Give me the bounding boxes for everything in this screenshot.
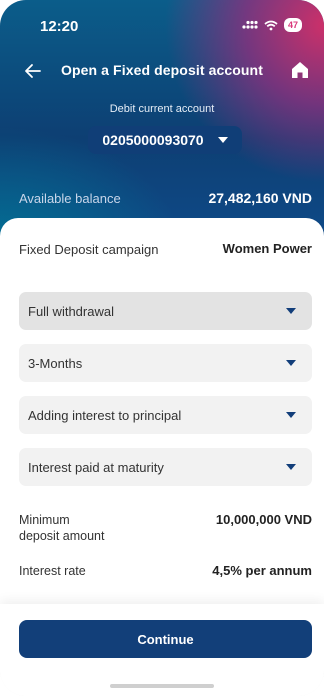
- chevron-down-icon: [286, 464, 296, 470]
- chevron-down-icon: [286, 360, 296, 366]
- campaign-row: Fixed Deposit campaign Women Power: [0, 238, 324, 260]
- term-select-label: 3-Months: [28, 356, 83, 371]
- chevron-down-icon: [286, 308, 296, 314]
- interest-handling-select[interactable]: Adding interest to principal: [19, 396, 312, 434]
- interest-rate-row: Interest rate 4,5% per annum: [0, 562, 324, 582]
- app-screen: 12:20 47 Open a Fixed deposit account De…: [0, 0, 324, 696]
- balance-label: Available balance: [19, 191, 121, 206]
- term-select[interactable]: 3-Months: [19, 344, 312, 382]
- withdrawal-select-label: Full withdrawal: [28, 304, 114, 319]
- top-nav: Open a Fixed deposit account: [0, 58, 324, 86]
- minimum-deposit-row: Minimum deposit amount 10,000,000 VND: [0, 510, 324, 544]
- campaign-label: Fixed Deposit campaign: [19, 242, 159, 257]
- minimum-label-line1: Minimum: [19, 513, 70, 527]
- minimum-deposit-value: 10,000,000 VND: [215, 512, 312, 527]
- minimum-label-line2: deposit amount: [19, 529, 105, 543]
- continue-button[interactable]: Continue: [19, 620, 312, 658]
- home-indicator: [110, 684, 214, 688]
- withdrawal-select[interactable]: Full withdrawal: [19, 292, 312, 330]
- chevron-down-icon: [286, 412, 296, 418]
- wifi-icon: [264, 20, 278, 30]
- signal-icon: [242, 20, 258, 29]
- balance-row: Available balance 27,482,160 VND: [0, 184, 324, 214]
- bottom-action-bar: Continue: [0, 604, 324, 696]
- interest-rate-value: 4,5% per annum: [212, 563, 312, 578]
- account-selector[interactable]: 0205000093070: [88, 126, 242, 154]
- balance-value: 27,482,160 VND: [208, 190, 312, 206]
- battery-icon: 47: [283, 18, 302, 32]
- interest-payment-label: Interest paid at maturity: [28, 460, 164, 475]
- page-title: Open a Fixed deposit account: [61, 62, 263, 78]
- chevron-down-icon: [217, 137, 228, 143]
- status-time: 12:20: [40, 18, 79, 35]
- interest-payment-select[interactable]: Interest paid at maturity: [19, 448, 312, 486]
- debit-account-label: Debit current account: [109, 103, 215, 115]
- account-number: 0205000093070: [102, 132, 204, 148]
- campaign-value: Women Power: [222, 241, 312, 256]
- home-icon[interactable]: [288, 58, 312, 82]
- interest-handling-label: Adding interest to principal: [28, 408, 182, 423]
- status-bar: 12:20 47: [0, 0, 324, 50]
- status-icons: 47: [242, 18, 302, 32]
- header-background: 12:20 47 Open a Fixed deposit account De…: [0, 0, 324, 250]
- minimum-deposit-label: Minimum deposit amount: [19, 512, 104, 544]
- interest-rate-label: Interest rate: [19, 564, 86, 578]
